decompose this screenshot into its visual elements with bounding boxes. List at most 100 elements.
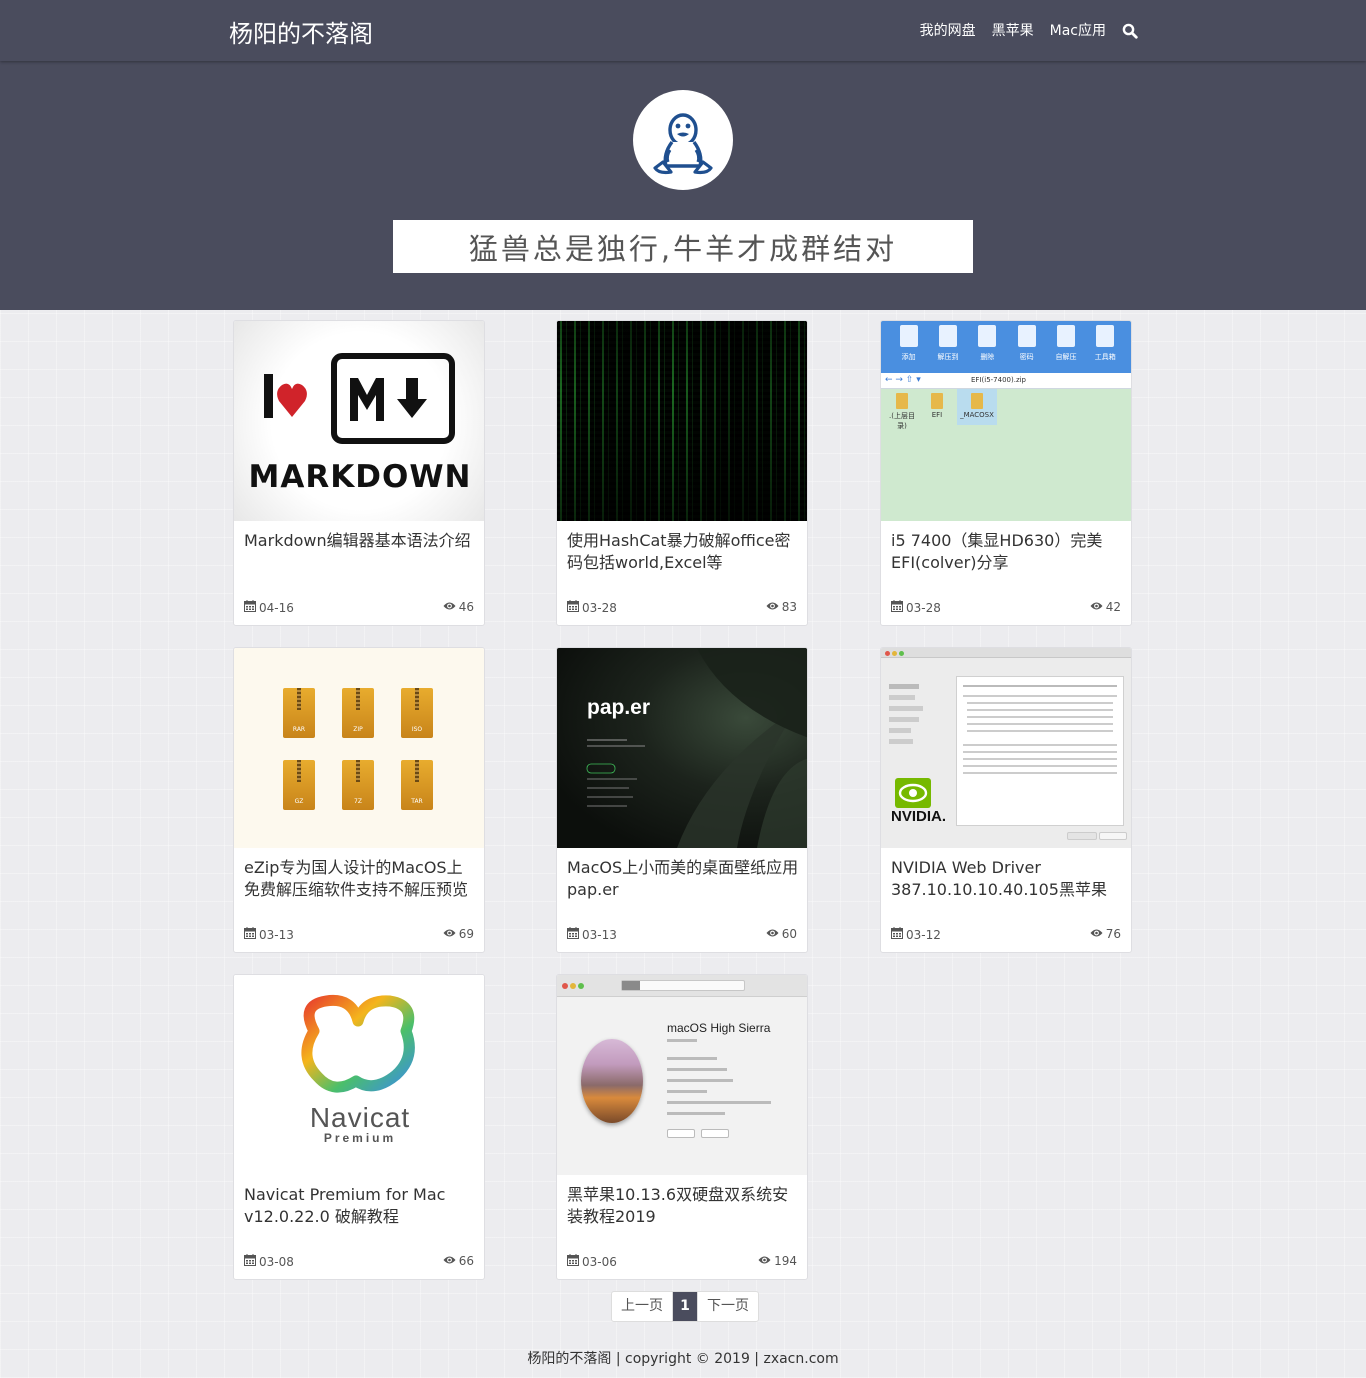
post-views: 83 [766,600,797,614]
post-card[interactable]: 添加 解压到 删除 密码 自解压 工具箱 ← → ⇧ ▾ EFI(i5-7400… [880,320,1132,626]
post-title[interactable]: Markdown编辑器基本语法介绍 [244,530,478,576]
motto-box: 猛兽总是独行,牛羊才成群结对 [393,220,973,273]
thumb-path-text: EFI(i5-7400).zip [971,376,1027,384]
calendar-icon [567,600,579,615]
post-views-count: 46 [458,600,474,614]
penguin-icon [653,113,713,175]
post-date: 03-28 [891,600,941,615]
post-views: 42 [1090,600,1121,614]
file-label: EFI [931,411,943,419]
thumb-caption: pap.er [587,696,651,719]
thumb-caption: Navicat [309,1102,411,1133]
post-views: 194 [758,1254,797,1268]
post-thumbnail[interactable]: 添加 解压到 删除 密码 自解压 工具箱 ← → ⇧ ▾ EFI(i5-7400… [881,321,1131,521]
post-card[interactable]: Navicat Premium Navicat Premium for Mac … [233,974,485,1280]
top-navbar: 杨阳的不落阁 我的网盘 黑苹果 Mac应用 [0,0,1366,61]
post-thumbnail[interactable]: MARKDOWN [234,321,484,521]
post-date-text: 03-13 [259,927,294,942]
calendar-icon [244,927,256,942]
post-views-count: 60 [781,927,797,941]
pagination: 上一页 1 下一页 [611,1291,759,1322]
post-views: 46 [443,600,474,614]
post-date: 03-12 [891,927,941,942]
post-title[interactable]: i5 7400（集显HD630）完美EFI(colver)分享 [891,530,1125,576]
eye-icon [443,927,456,941]
thumb-caption: macOS High Sierra [667,1021,771,1035]
next-page-button[interactable]: 下一页 [697,1292,758,1321]
site-motto: 猛兽总是独行,牛羊才成群结对 [468,231,898,266]
post-card[interactable]: pap.er MacOS上小而美的桌面壁纸应用pap.er 03-13 60 [556,647,808,953]
calendar-icon [567,927,579,942]
post-views-count: 194 [774,1254,797,1268]
post-views: 66 [443,1254,474,1268]
toolbar-label: 解压到 [937,353,959,361]
site-brand[interactable]: 杨阳的不落阁 [229,14,373,49]
post-views-count: 42 [1105,600,1121,614]
eye-icon [766,600,779,614]
post-card[interactable]: RAR ZIP ISO GZ 7Z TAR eZip专为国人设计的MacOS上免… [233,647,485,953]
post-date-text: 04-16 [259,600,294,615]
archive-format-label: RAR [292,726,306,733]
thumb-toolbar: 添加 解压到 删除 密码 自解压 工具箱 [881,321,1131,373]
post-card[interactable]: MARKDOWN Markdown编辑器基本语法介绍 04-16 46 [233,320,485,626]
toolbar-label: 工具箱 [1094,353,1116,361]
post-date-text: 03-13 [582,927,617,942]
post-thumbnail[interactable]: NVIDIA. [881,648,1131,848]
eye-icon [758,1254,771,1268]
calendar-icon [891,600,903,615]
file-label: _MACOSX [960,411,994,419]
post-card[interactable]: 使用HashCat暴力破解office密码包括world,Excel等 03-2… [556,320,808,626]
archive-format-label: ZIP [353,726,363,733]
post-title[interactable]: Navicat Premium for Mac v12.0.22.0 破解教程 [244,1184,478,1230]
archive-format-label: 7Z [354,798,362,805]
page-number-current[interactable]: 1 [672,1292,697,1321]
post-views-count: 66 [458,1254,474,1268]
avatar [633,90,733,190]
post-thumbnail[interactable]: pap.er [557,648,807,848]
thumb-caption: NVIDIA. [891,808,947,825]
post-date-text: 03-06 [582,1254,617,1269]
post-date: 03-08 [244,1254,294,1269]
eye-icon [443,600,456,614]
post-title[interactable]: 使用HashCat暴力破解office密码包括world,Excel等 [567,530,801,576]
eye-icon [1090,600,1103,614]
post-title[interactable]: MacOS上小而美的桌面壁纸应用pap.er [567,857,801,903]
search-icon[interactable] [1122,23,1138,39]
post-date: 03-13 [244,927,294,942]
eye-icon [766,927,779,941]
post-date: 03-13 [567,927,617,942]
post-views: 60 [766,927,797,941]
nav-item-hackintosh[interactable]: 黑苹果 [992,20,1034,40]
archive-format-label: GZ [294,798,304,805]
eye-icon [1090,927,1103,941]
post-date: 03-06 [567,1254,617,1269]
calendar-icon [244,600,256,615]
thumb-caption: MARKDOWN [248,459,472,495]
post-card[interactable]: NVIDIA. NVIDIA Web Driver 387.10.10.10.4… [880,647,1132,953]
nav-item-netdisk[interactable]: 我的网盘 [920,20,976,40]
post-thumbnail[interactable] [557,321,807,521]
post-thumbnail[interactable]: Navicat Premium [234,975,484,1175]
prev-page-button[interactable]: 上一页 [612,1292,672,1321]
post-date-text: 03-12 [906,927,941,942]
toolbar-label: 自解压 [1055,353,1077,361]
post-thumbnail[interactable]: RAR ZIP ISO GZ 7Z TAR [234,648,484,848]
post-views: 69 [443,927,474,941]
post-title[interactable]: 黑苹果10.13.6双硬盘双系统安装教程2019 [567,1184,801,1230]
post-date: 03-28 [567,600,617,615]
post-title[interactable]: NVIDIA Web Driver 387.10.10.10.40.105黑苹果… [891,857,1125,903]
archive-format-label: TAR [411,798,423,805]
calendar-icon [244,1254,256,1269]
post-title[interactable]: eZip专为国人设计的MacOS上免费解压缩软件支持不解压预览 [244,857,478,903]
post-views-count: 83 [781,600,797,614]
post-views-count: 76 [1105,927,1121,941]
thumb-subcaption: Premium [323,1131,397,1145]
post-views: 76 [1090,927,1121,941]
post-date-text: 03-28 [582,600,617,615]
post-thumbnail[interactable]: macOS High Sierra [557,975,807,1175]
toolbar-label: 删除 [980,353,995,361]
nav-item-mac-apps[interactable]: Mac应用 [1050,20,1106,40]
site-footer: 杨阳的不落阁 | copyright © 2019 | zxacn.com [527,1351,839,1367]
post-card[interactable]: macOS High Sierra 黑苹果10.13.6双硬盘双系统安装教程20… [556,974,808,1280]
nav-menu: 我的网盘 黑苹果 Mac应用 [904,20,1138,40]
